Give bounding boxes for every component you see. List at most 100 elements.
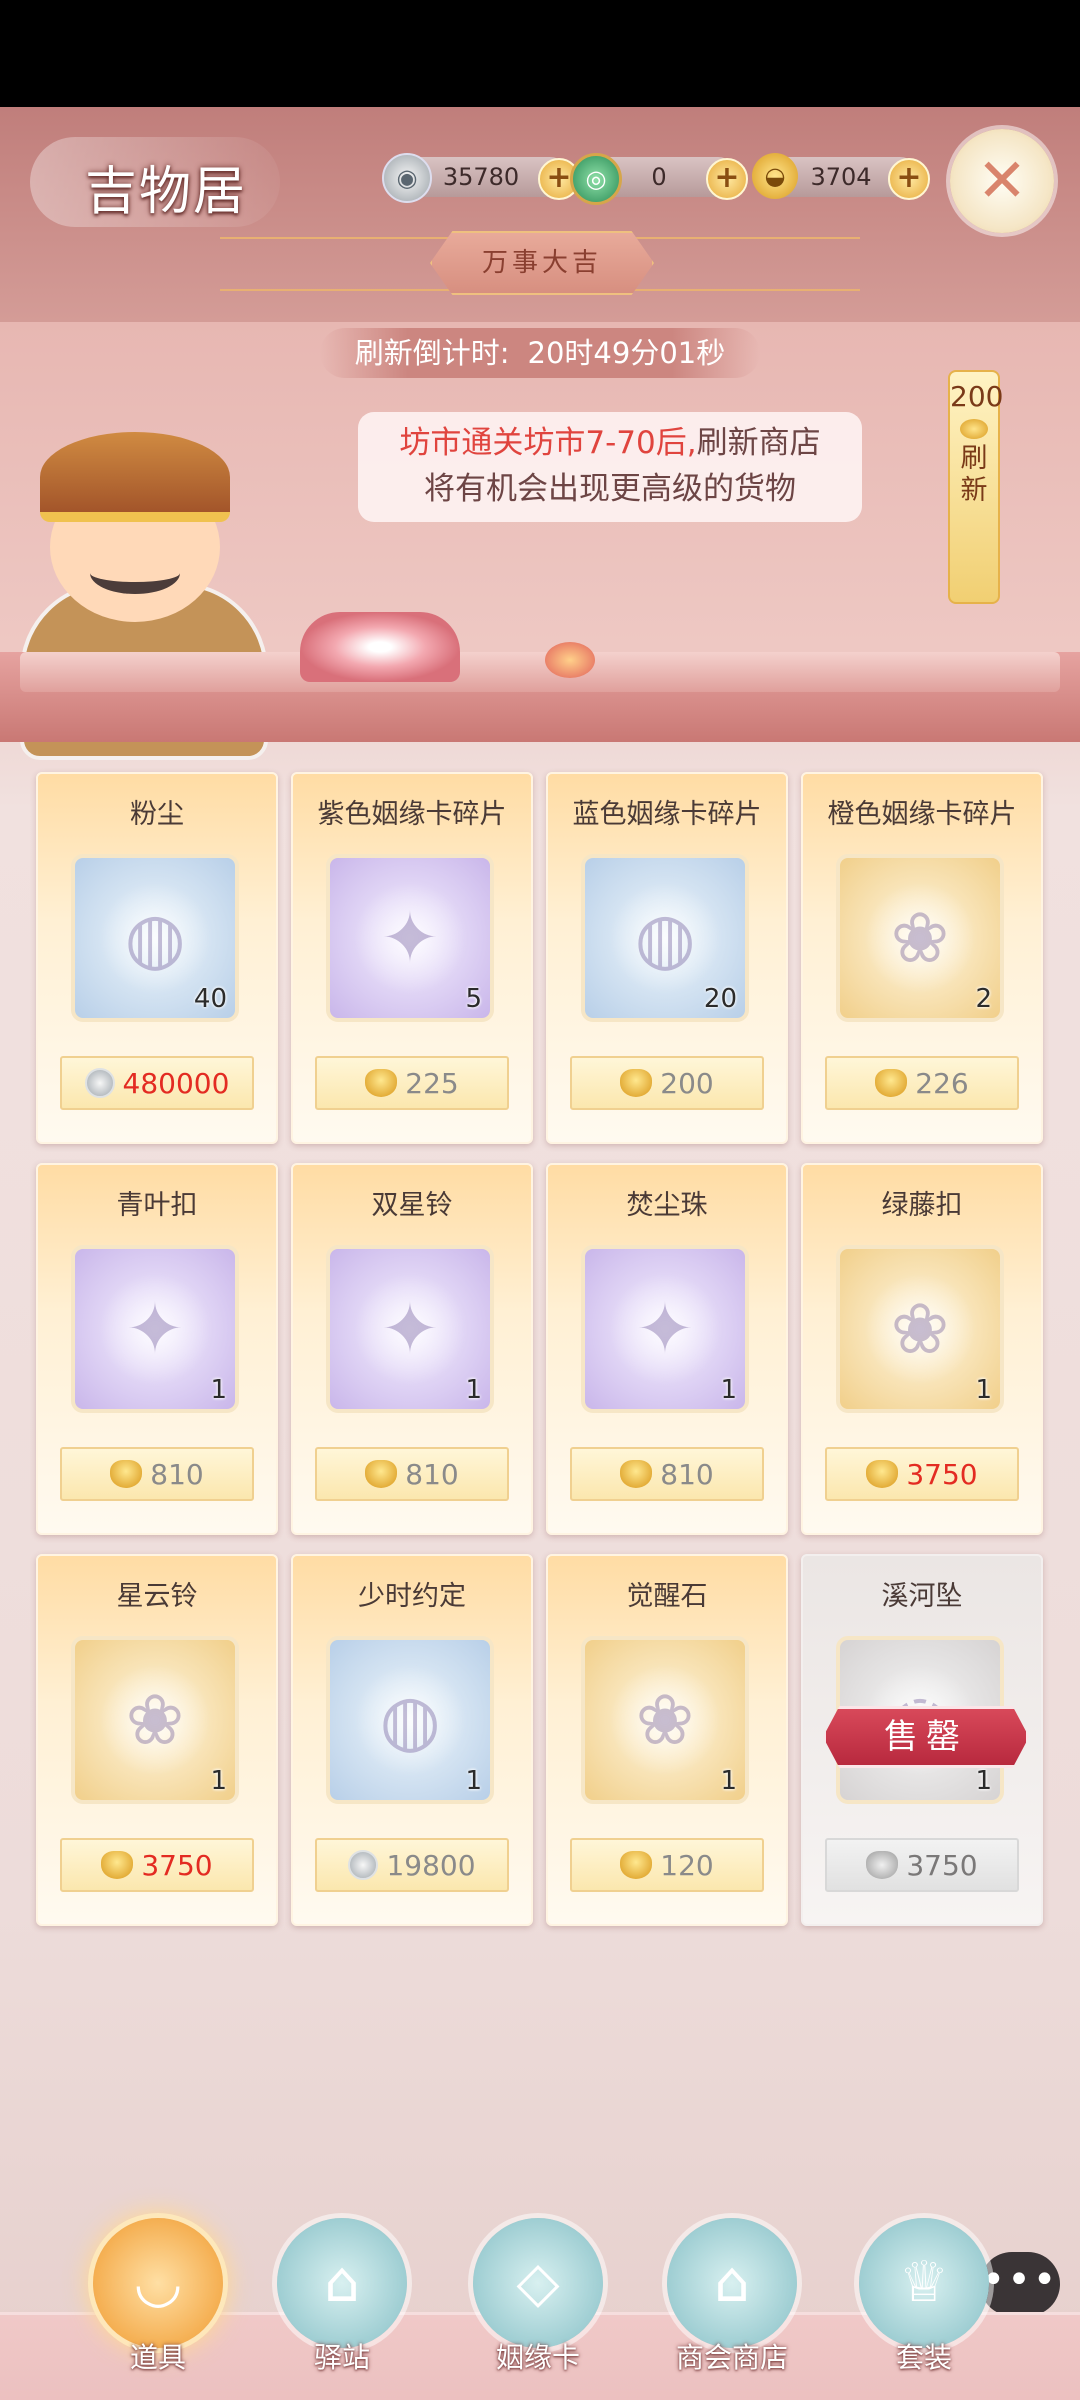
outfit-icon: ♕ xyxy=(898,2250,950,2315)
item-name: 紫色姻缘卡碎片 xyxy=(317,799,507,830)
status-bar xyxy=(0,0,1080,107)
item-art-icon: ✦ xyxy=(609,1273,721,1385)
item-card[interactable]: 粉尘 ◍ 40 480000 xyxy=(36,772,278,1144)
gold-ingot-icon xyxy=(866,1851,899,1879)
item-image: ❀ 1 xyxy=(581,1636,749,1804)
item-card[interactable]: 青叶扣 ✦ 1 810 xyxy=(36,1163,278,1535)
notice-line-1-end: 刷新商店 xyxy=(696,425,821,461)
nav-tab-label: 姻缘卡 xyxy=(495,2341,580,2374)
refresh-label-1: 刷 xyxy=(960,443,988,474)
item-art-icon: ❀ xyxy=(864,1273,976,1385)
nav-tab-outfit[interactable]: ♕ 套装 xyxy=(854,2218,994,2378)
item-art-icon: ✦ xyxy=(99,1273,211,1385)
close-icon: ✕ xyxy=(976,146,1028,216)
item-card[interactable]: 橙色姻缘卡碎片 ❀ 2 226 xyxy=(801,772,1043,1144)
item-image: ✦ 5 xyxy=(326,854,494,1022)
counter-top xyxy=(20,652,1060,692)
merchant-speech-bubble: 坊市通关坊市7-70后,刷新商店 将有机会出现更高级的货物 xyxy=(358,412,862,522)
item-art-icon: ❀ xyxy=(864,882,976,994)
item-image: ❀ 2 xyxy=(836,854,1004,1022)
nav-tab-label: 套装 xyxy=(895,2341,952,2374)
item-price-button[interactable]: 19800 xyxy=(315,1838,509,1892)
item-price-button[interactable]: 200 xyxy=(570,1056,764,1110)
item-art-icon: ✦ xyxy=(354,1273,466,1385)
item-name: 觉醒石 xyxy=(626,1581,708,1612)
item-count: 1 xyxy=(465,1375,482,1405)
page-title: 吉物居 xyxy=(85,162,248,222)
item-count: 2 xyxy=(975,984,992,1014)
item-card[interactable]: 少时约定 ◍ 1 19800 xyxy=(291,1554,533,1926)
item-price: 120 xyxy=(660,1848,714,1882)
gold-ingot-icon xyxy=(365,1460,398,1488)
item-price: 3750 xyxy=(906,1848,978,1882)
item-name: 青叶扣 xyxy=(116,1190,198,1221)
notice-highlight: 坊市通关坊市7-70后, xyxy=(399,425,697,461)
shop-icon: ⌂ xyxy=(714,2250,750,2315)
add-gold-button[interactable]: + xyxy=(888,158,930,200)
item-card[interactable]: 焚尘珠 ✦ 1 810 xyxy=(546,1163,788,1535)
close-button[interactable]: ✕ xyxy=(950,129,1054,233)
refresh-timer: 刷新倒计时: 20时49分01秒 xyxy=(320,328,760,378)
banner-plate: 万事大吉 xyxy=(430,231,654,295)
gold-ingot-icon xyxy=(620,1460,653,1488)
item-price-button[interactable]: 120 xyxy=(570,1838,764,1892)
item-price: 200 xyxy=(660,1066,714,1100)
item-art-icon: ◍ xyxy=(609,882,721,994)
currency-jade: ◎ 0 + xyxy=(570,153,748,205)
item-card[interactable]: 紫色姻缘卡碎片 ✦ 5 225 xyxy=(291,772,533,1144)
merchant-hat xyxy=(40,432,230,522)
item-card[interactable]: 蓝色姻缘卡碎片 ◍ 20 200 xyxy=(546,772,788,1144)
item-count: 20 xyxy=(703,984,737,1014)
item-price: 810 xyxy=(405,1457,459,1491)
item-count: 1 xyxy=(975,1375,992,1405)
item-count: 1 xyxy=(975,1766,992,1796)
station-icon: ⌂ xyxy=(324,2250,360,2315)
refresh-button[interactable]: 200 刷 新 xyxy=(948,370,1004,604)
item-price-button[interactable]: 3750 xyxy=(60,1838,254,1892)
item-price-button[interactable]: 810 xyxy=(60,1447,254,1501)
refresh-cost: 200 xyxy=(950,380,1004,413)
merchant-stage: 刷新倒计时: 20时49分01秒 坊市通关坊市7-70后,刷新商店 将有机会出现更… xyxy=(0,322,1080,760)
item-image: ◍ 40 xyxy=(71,854,239,1022)
item-price: 225 xyxy=(405,1066,459,1100)
nav-tab-station[interactable]: ⌂ 驿站 xyxy=(272,2218,412,2378)
item-count: 1 xyxy=(720,1766,737,1796)
item-card[interactable]: 觉醒石 ❀ 1 120 xyxy=(546,1554,788,1926)
gold-ingot-icon xyxy=(620,1851,653,1879)
title-area: 吉物居 xyxy=(30,127,290,237)
item-count: 1 xyxy=(210,1766,227,1796)
item-count: 5 xyxy=(465,984,482,1014)
add-jade-button[interactable]: + xyxy=(706,158,748,200)
item-price-button[interactable]: 810 xyxy=(315,1447,509,1501)
item-price-button[interactable]: 480000 xyxy=(60,1056,254,1110)
item-price-button[interactable]: 3750 xyxy=(825,1447,1019,1501)
item-card[interactable]: 溪河坠◌1售罄3750 xyxy=(801,1554,1043,1926)
item-price: 19800 xyxy=(386,1848,476,1882)
item-image: ❀ 1 xyxy=(71,1636,239,1804)
item-card[interactable]: 绿藤扣 ❀ 1 3750 xyxy=(801,1163,1043,1535)
gold-ingot-icon xyxy=(365,1069,398,1097)
item-image: ✦ 1 xyxy=(581,1245,749,1413)
item-image: ◍ 20 xyxy=(581,854,749,1022)
sold-out-badge: 售罄 xyxy=(823,1706,1029,1768)
item-card[interactable]: 双星铃 ✦ 1 810 xyxy=(291,1163,533,1535)
item-price: 810 xyxy=(660,1457,714,1491)
item-price-button[interactable]: 810 xyxy=(570,1447,764,1501)
item-name: 双星铃 xyxy=(371,1190,453,1221)
currency-silver: ◉ 35780 + xyxy=(382,153,580,203)
item-card[interactable]: 星云铃 ❀ 1 3750 xyxy=(36,1554,278,1926)
header: 吉物居 ◉ 35780 + ◎ 0 + ◒ 3704 + ✕ 万事大吉 xyxy=(0,107,1080,322)
item-price-button[interactable]: 226 xyxy=(825,1056,1019,1110)
item-price: 3750 xyxy=(141,1848,213,1882)
item-image: ✦ 1 xyxy=(71,1245,239,1413)
item-price-button[interactable]: 3750 xyxy=(825,1838,1019,1892)
nav-tab-label: 商会商店 xyxy=(675,2341,788,2374)
nav-tab-card[interactable]: ◇ 姻缘卡 xyxy=(468,2218,608,2378)
refresh-label-2: 新 xyxy=(960,475,988,506)
item-name: 溪河坠 xyxy=(881,1581,963,1612)
nav-tab-shop[interactable]: ⌂ 商会商店 xyxy=(662,2218,802,2378)
nav-tab-bowl[interactable]: ◡ 道具 xyxy=(88,2218,228,2378)
item-price: 810 xyxy=(150,1457,204,1491)
item-price-button[interactable]: 225 xyxy=(315,1056,509,1110)
item-price: 226 xyxy=(915,1066,969,1100)
